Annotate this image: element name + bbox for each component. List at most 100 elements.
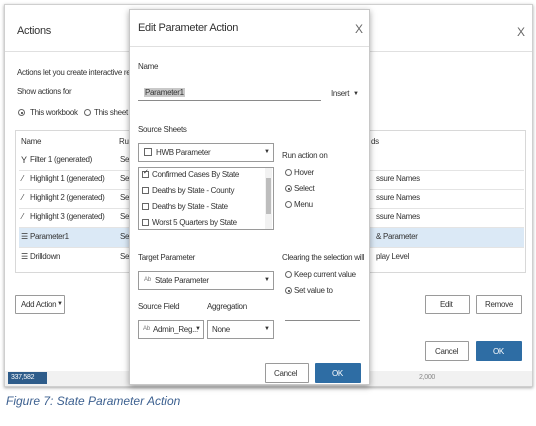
source-sheet-value: HWB Parameter <box>156 148 211 157</box>
abc-icon: Ab <box>143 326 150 332</box>
source-sheets-select[interactable]: HWB Parameter ▼ <box>138 143 274 162</box>
edit-button[interactable]: Edit <box>425 295 470 314</box>
chevron-down-icon: ▼ <box>57 301 63 307</box>
chevron-down-icon: ▼ <box>264 326 270 332</box>
action-run-on: Se <box>120 232 130 241</box>
edit-dialog-title: Edit Parameter Action <box>138 22 239 34</box>
footer-left-value: 337,582 <box>11 374 35 381</box>
parameter-icon: ☰ <box>21 252 28 261</box>
ok-label: OK <box>493 347 504 356</box>
set-value-field[interactable] <box>285 320 360 321</box>
action-fields: & Parameter <box>376 232 418 241</box>
column-header-run-on[interactable]: Ru <box>119 137 129 146</box>
aggregation-select[interactable]: None ▼ <box>207 320 274 339</box>
sheet-checkbox[interactable] <box>142 187 149 194</box>
actions-dialog-title: Actions <box>17 25 51 37</box>
action-run-on: Se <box>120 155 130 164</box>
source-field-value: Admin_Reg... <box>153 325 198 334</box>
sheet-checkbox[interactable]: ✓ <box>142 169 149 178</box>
source-field-select[interactable]: Ab Admin_Reg... ▼ <box>138 320 204 339</box>
sheet-list-scrollbar[interactable] <box>265 168 272 229</box>
sheet-icon <box>144 148 152 156</box>
name-label: Name <box>138 62 159 71</box>
scope-option-workbook: This workbook <box>30 108 78 117</box>
run-action-on-label: Run action on <box>282 151 328 160</box>
remove-label: Remove <box>485 300 513 309</box>
edit-ok-label: OK <box>332 369 343 378</box>
run-option-hover: Hover <box>294 168 314 177</box>
sheet-label: Deaths by State - State <box>152 202 228 211</box>
footer-highlight: 337,582 <box>8 372 47 384</box>
edit-cancel-label: Cancel <box>274 369 298 378</box>
name-field[interactable]: Parameter1 <box>138 83 321 101</box>
edit-label: Edit <box>440 300 453 309</box>
source-field-label: Source Field <box>138 302 180 311</box>
run-radio-menu[interactable] <box>285 201 292 208</box>
target-parameter-label: Target Parameter <box>138 253 196 262</box>
name-value: Parameter1 <box>144 88 185 97</box>
run-radio-select[interactable] <box>285 185 292 192</box>
target-parameter-value: State Parameter <box>155 276 209 285</box>
run-option-menu: Menu <box>294 200 313 209</box>
action-run-on: Se <box>120 174 130 183</box>
insert-label[interactable]: Insert <box>331 89 350 98</box>
scrollbar-thumb[interactable] <box>266 178 271 214</box>
action-fields: ssure Names <box>376 174 420 183</box>
action-name: Highlight 3 (generated) <box>30 212 105 221</box>
footer-right-value: 2,000 <box>419 374 436 381</box>
action-name: Drilldown <box>30 252 61 261</box>
cancel-button[interactable]: Cancel <box>425 341 469 361</box>
ok-button[interactable]: OK <box>476 341 522 361</box>
parameter-icon: ☰ <box>21 232 28 241</box>
aggregation-label: Aggregation <box>207 302 247 311</box>
clearing-option-set: Set value to <box>294 286 333 295</box>
add-action-label: Add Action <box>21 300 57 309</box>
action-run-on: Se <box>120 193 130 202</box>
sheet-checkbox[interactable] <box>142 203 149 210</box>
target-parameter-select[interactable]: Ab State Parameter ▼ <box>138 271 274 290</box>
edit-cancel-button[interactable]: Cancel <box>265 363 309 383</box>
edit-close-icon[interactable]: X <box>355 22 363 36</box>
show-actions-label: Show actions for <box>17 87 72 96</box>
remove-button[interactable]: Remove <box>476 295 522 314</box>
chevron-down-icon: ▼ <box>264 277 270 283</box>
run-radio-hover[interactable] <box>285 169 292 176</box>
sheet-label: Confirmed Cases By State <box>152 170 240 179</box>
filter-icon: Y <box>21 155 27 165</box>
cancel-label: Cancel <box>435 347 459 356</box>
scope-radio-workbook[interactable] <box>18 109 25 116</box>
highlight-icon: ⁄ <box>22 212 24 221</box>
edit-ok-button[interactable]: OK <box>315 363 361 383</box>
insert-chevron-icon[interactable]: ▼ <box>353 91 359 97</box>
action-name: Highlight 2 (generated) <box>30 193 105 202</box>
action-fields: ssure Names <box>376 212 420 221</box>
actions-close-icon[interactable]: X <box>517 25 525 39</box>
aggregation-value: None <box>212 325 230 334</box>
column-header-name[interactable]: Name <box>21 137 41 146</box>
figure-caption: Figure 7: State Parameter Action <box>6 394 181 408</box>
clearing-radio-keep[interactable] <box>285 271 292 278</box>
action-name: Parameter1 <box>30 232 69 241</box>
action-fields: ssure Names <box>376 193 420 202</box>
clearing-radio-set[interactable] <box>285 287 292 294</box>
sheet-label: Deaths by State - County <box>152 186 235 195</box>
chevron-down-icon: ▼ <box>195 326 201 332</box>
column-header-fields[interactable]: ds <box>371 137 379 146</box>
action-name: Highlight 1 (generated) <box>30 174 105 183</box>
edit-parameter-dialog: Edit Parameter Action X Name Parameter1 … <box>129 9 370 385</box>
sheet-checkbox[interactable] <box>142 219 149 226</box>
action-fields: play Level <box>376 252 410 261</box>
action-name: Filter 1 (generated) <box>30 155 93 164</box>
source-sheets-label: Source Sheets <box>138 125 187 134</box>
abc-icon: Ab <box>144 277 151 283</box>
highlight-icon: ⁄ <box>22 193 24 202</box>
highlight-icon: ⁄ <box>22 174 24 183</box>
scope-radio-sheet[interactable] <box>84 109 91 116</box>
action-run-on: Se <box>120 212 130 221</box>
sheet-list[interactable]: ✓ Confirmed Cases By State Deaths by Sta… <box>138 167 274 230</box>
scope-option-sheet: This sheet <box>94 108 128 117</box>
edit-title-divider <box>130 46 369 47</box>
add-action-button[interactable]: Add Action ▼ <box>15 295 65 314</box>
run-option-select: Select <box>294 184 315 193</box>
chevron-down-icon: ▼ <box>264 149 270 155</box>
